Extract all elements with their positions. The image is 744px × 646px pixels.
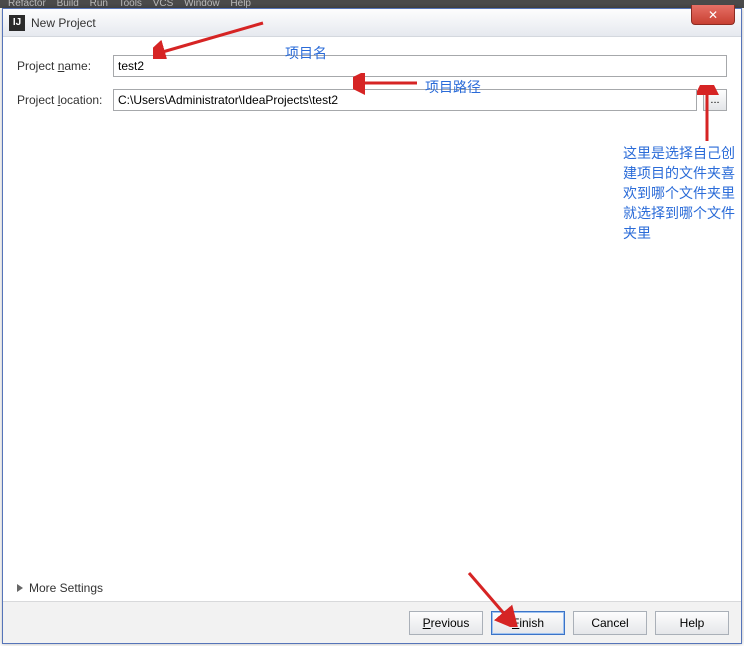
project-name-row: Project name:	[17, 55, 727, 77]
dialog-content: Project name: Project location: ... More…	[3, 37, 741, 643]
project-name-input[interactable]	[113, 55, 727, 77]
close-icon: ✕	[708, 8, 718, 22]
more-settings-label: More Settings	[29, 581, 103, 595]
main-menubar: Refactor Build Run Tools VCS Window Help	[0, 0, 744, 8]
titlebar[interactable]: IJ New Project ✕	[3, 9, 741, 37]
project-location-row: Project location: ...	[17, 89, 727, 111]
close-button[interactable]: ✕	[691, 5, 735, 25]
dialog-footer: Previous Finish Cancel Help	[3, 601, 741, 643]
annotation-browse-hint: 这里是选择自己创建项目的文件夹喜欢到哪个文件夹里就选择到哪个文件夹里	[623, 143, 735, 243]
project-location-input[interactable]	[113, 89, 697, 111]
project-location-label: Project location:	[17, 93, 113, 107]
browse-button[interactable]: ...	[703, 89, 727, 111]
dialog-title: New Project	[31, 16, 96, 30]
help-button[interactable]: Help	[655, 611, 729, 635]
triangle-right-icon	[17, 584, 23, 592]
more-settings-toggle[interactable]: More Settings	[17, 581, 103, 595]
finish-button[interactable]: Finish	[491, 611, 565, 635]
intellij-icon: IJ	[9, 15, 25, 31]
ellipsis-icon: ...	[710, 94, 719, 106]
new-project-dialog: IJ New Project ✕ Project name: Project l…	[2, 8, 742, 644]
previous-button[interactable]: Previous	[409, 611, 483, 635]
project-name-label: Project name:	[17, 59, 113, 73]
cancel-button[interactable]: Cancel	[573, 611, 647, 635]
